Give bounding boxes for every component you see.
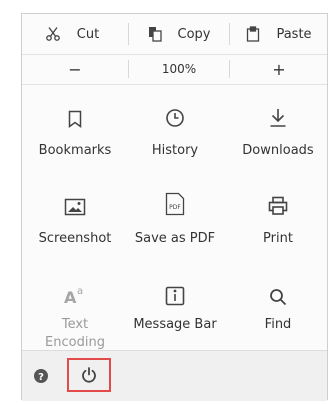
menu-footer: ?	[22, 350, 327, 401]
history-label: History	[151, 143, 199, 158]
quit-button[interactable]	[67, 358, 111, 392]
copy-label: Copy	[177, 26, 211, 42]
paste-label: Paste	[276, 26, 312, 42]
scissors-icon	[45, 26, 61, 42]
pdf-icon: PDF	[165, 190, 185, 216]
text-encoding-label: Text Encoding	[45, 317, 105, 350]
history-button[interactable]: History	[125, 102, 225, 184]
print-label: Print	[263, 231, 293, 246]
svg-text:PDF: PDF	[169, 204, 181, 211]
svg-text:a: a	[77, 286, 83, 297]
screenshot-label: Screenshot	[38, 231, 112, 246]
screenshot-button[interactable]: Screenshot	[25, 190, 125, 272]
zoom-out-button[interactable]: −	[22, 54, 128, 84]
cut-button[interactable]: Cut	[22, 14, 122, 54]
copy-icon	[148, 26, 162, 42]
bookmarks-label: Bookmarks	[38, 143, 112, 158]
paste-button[interactable]: Paste	[230, 14, 328, 54]
screenshot-icon	[64, 190, 86, 216]
clipboard-icon	[246, 26, 260, 42]
bookmarks-button[interactable]: Bookmarks	[25, 102, 125, 184]
zoom-reset-button[interactable]: 100%	[129, 54, 229, 84]
menu-panel: Cut Copy Paste − 100% + Bookmarks Histor…	[21, 13, 328, 401]
downloads-label: Downloads	[242, 143, 314, 158]
message-bar-icon	[165, 280, 185, 306]
message-bar-label: Message Bar	[133, 317, 217, 332]
zoom-row: − 100% +	[22, 54, 327, 85]
help-icon: ?	[34, 369, 48, 383]
save-as-pdf-label: Save as PDF	[134, 231, 216, 246]
zoom-in-button[interactable]: +	[230, 54, 328, 84]
svg-text:?: ?	[38, 372, 44, 383]
power-icon	[81, 367, 97, 383]
download-icon	[269, 102, 287, 128]
text-encoding-icon: Aa	[63, 280, 87, 306]
save-as-pdf-button[interactable]: PDF Save as PDF	[125, 190, 225, 272]
bookmark-icon	[68, 102, 82, 128]
help-button[interactable]: ?	[28, 363, 54, 389]
history-icon	[165, 102, 185, 128]
downloads-button[interactable]: Downloads	[228, 102, 328, 184]
edit-row: Cut Copy Paste	[22, 14, 327, 55]
search-icon	[269, 280, 287, 306]
svg-text:A: A	[64, 288, 77, 306]
print-button[interactable]: Print	[228, 190, 328, 272]
copy-button[interactable]: Copy	[129, 14, 229, 54]
find-label: Find	[264, 317, 292, 332]
print-icon	[268, 190, 288, 216]
cut-label: Cut	[76, 26, 100, 42]
